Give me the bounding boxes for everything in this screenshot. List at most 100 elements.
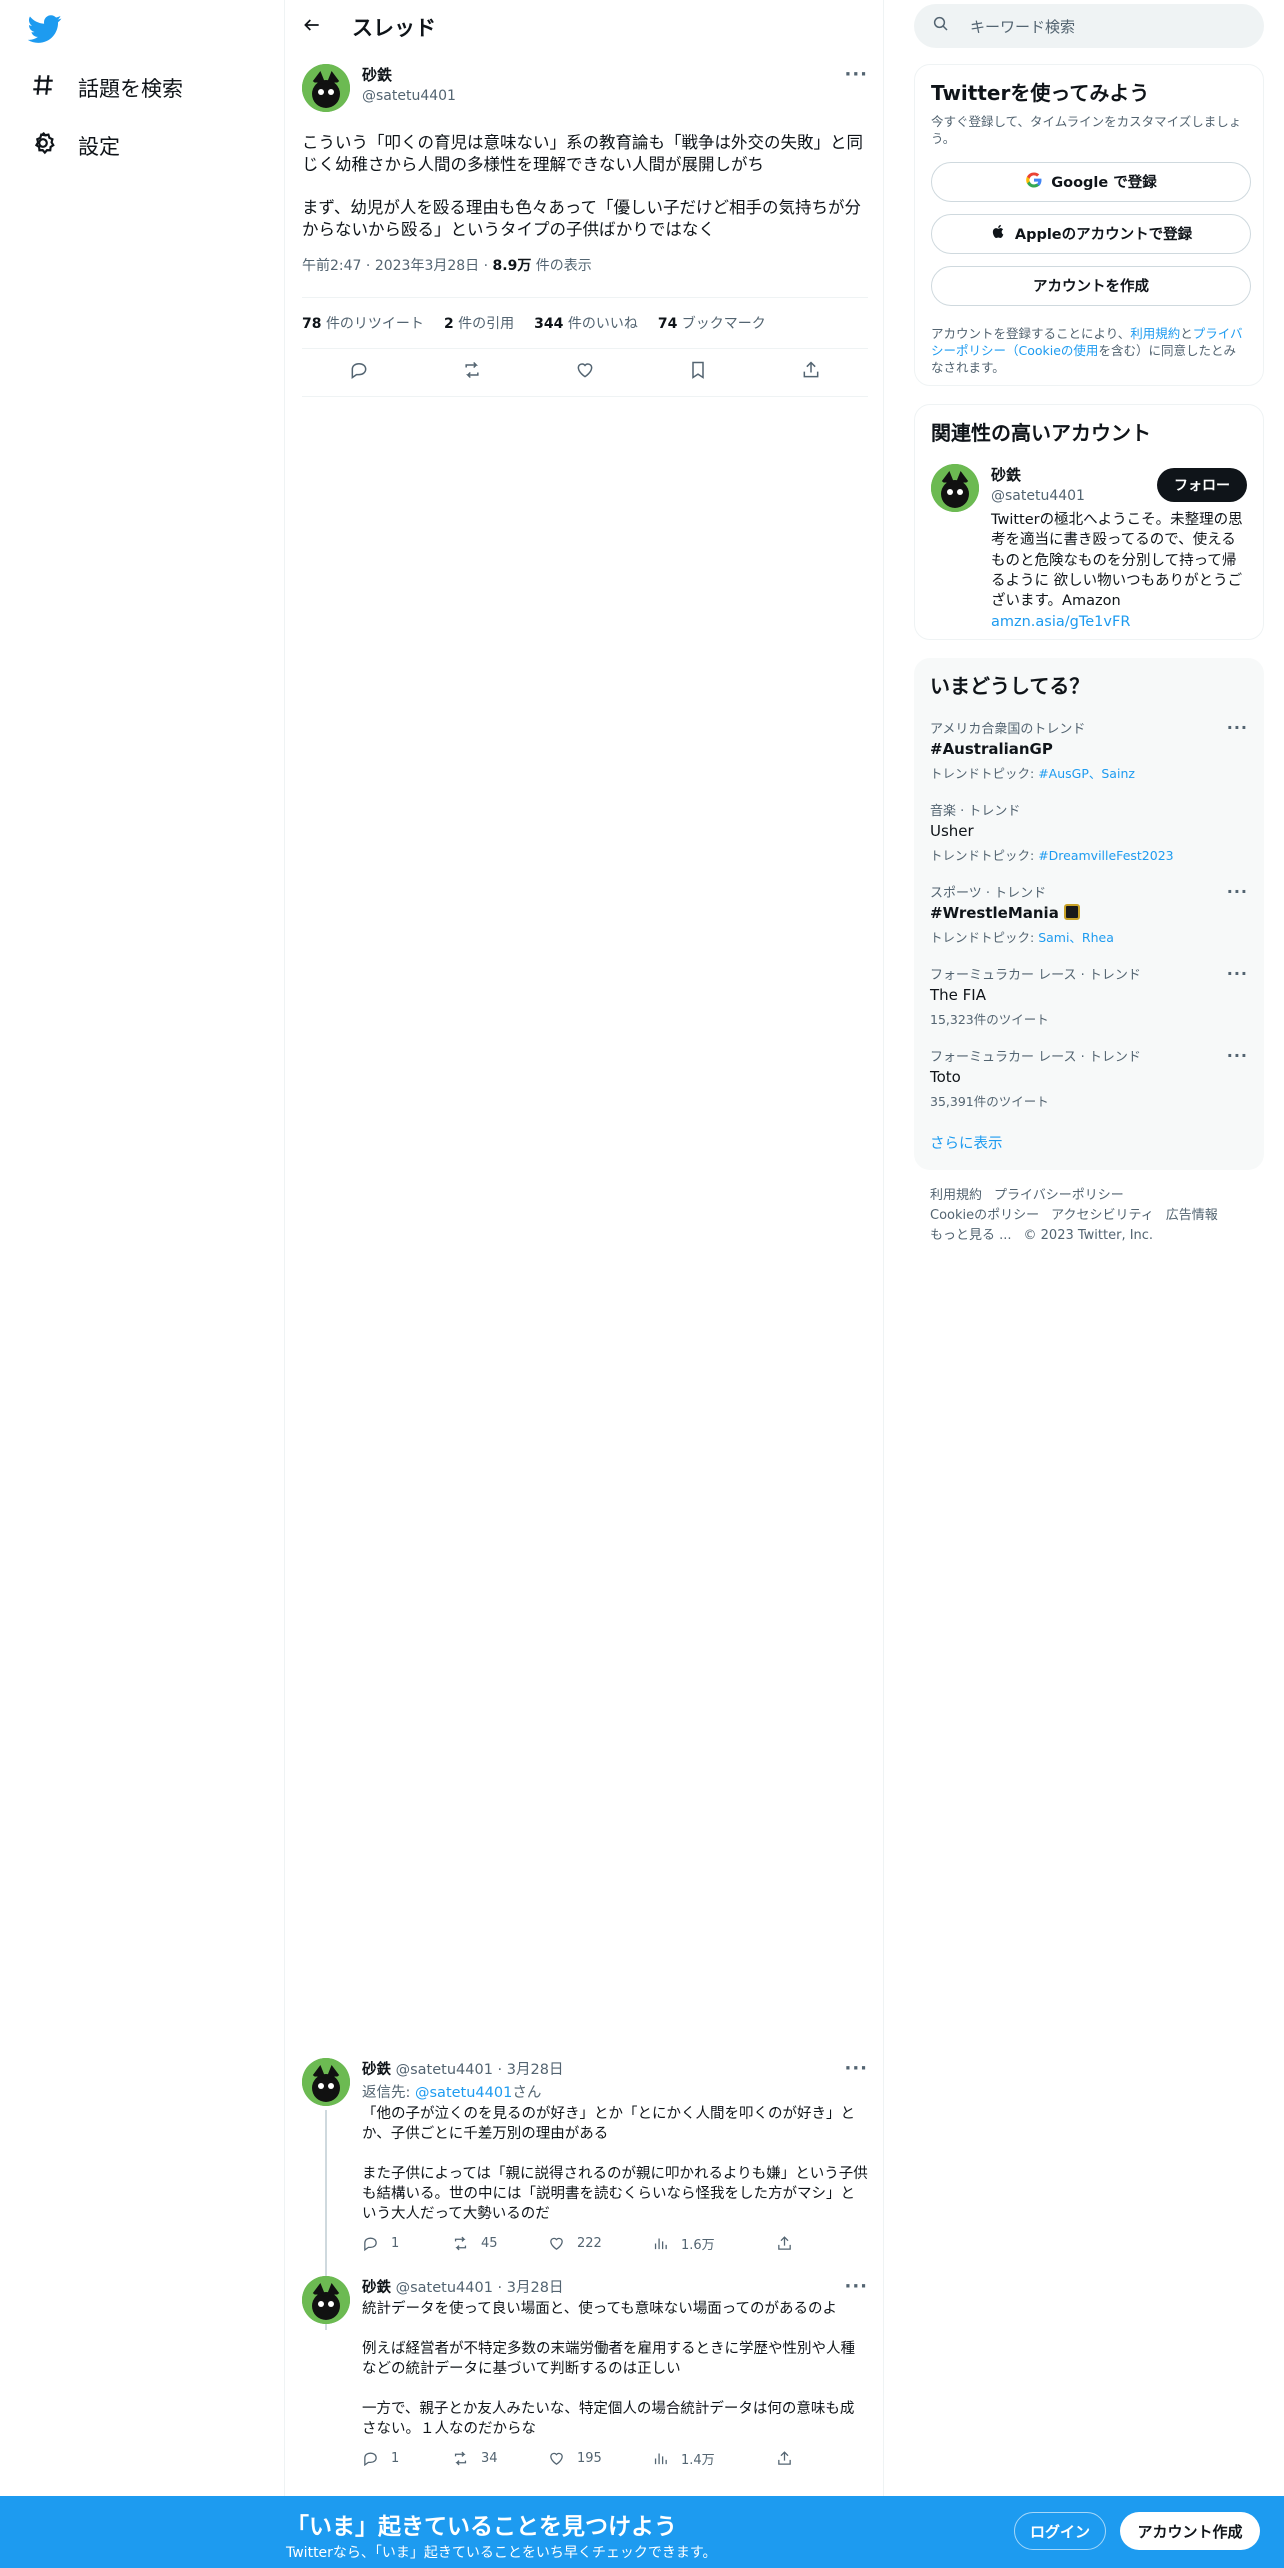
footer-links: 利用規約 プライバシーポリシー Cookieのポリシー アクセシビリティ 広告情報 も… [930,1186,1250,1246]
reply-header: 砂鉄 @satetu4401 · 3月28日 [362,2062,564,2078]
show-more-link[interactable]: さらに表示 [930,1132,1003,1153]
terms-link[interactable]: 利用規約 [1130,326,1180,341]
reply-icon[interactable] [349,360,369,384]
share-icon[interactable] [776,2450,793,2467]
quote-stat[interactable]: 2 件の引用 [444,313,514,333]
share-icon[interactable] [801,360,821,384]
reply-text: 「他の子が泣くのを見るのが好き」とか「とにかく人間を叩くのが好き」とか、子供ごと… [362,2106,868,2222]
tweet-date[interactable]: 2023年3月28日 [375,258,479,274]
avatar[interactable] [302,64,350,112]
reply-count[interactable]: 1 [362,2450,452,2467]
like-icon[interactable] [575,360,595,384]
trends-title: いまどうしてる？ [930,674,1090,698]
login-button[interactable]: ログイン [1014,2512,1106,2550]
footer-accessibility[interactable]: アクセシビリティ [1051,1208,1154,1223]
more-options-icon[interactable]: ··· [844,2058,868,2079]
back-arrow-icon[interactable] [302,15,322,39]
trend-item[interactable]: スポーツ · トレンド #WrestleMania トレンドトピック: Sami… [930,882,1248,946]
signup-button[interactable]: アカウント作成 [1120,2512,1260,2550]
reply-to-link[interactable]: @satetu4401 [415,2085,512,2101]
google-icon [1025,171,1043,193]
main-tweet: 砂鉄 @satetu4401 ··· こういう「叩くの育児は意味ない」系の教育論… [302,64,868,397]
banner-subtitle: Twitterなら、「いま」起きていることをいち早くチェックできます。 [286,2545,717,2561]
like-stat[interactable]: 344 件のいいね [534,313,638,333]
signup-subtitle: 今すぐ登録して、タイムラインをカスタマイズしましょう。 [931,114,1242,146]
reply-tweet[interactable]: 砂鉄 @satetu4401 · 3月28日 ··· 返信先: @satetu4… [302,2058,868,2330]
more-options-icon[interactable]: ··· [1227,718,1248,737]
reply-author-name[interactable]: 砂鉄 [362,2280,391,2296]
author-name[interactable]: 砂鉄 [362,64,456,85]
reply-author-handle[interactable]: @satetu4401 [396,2280,493,2296]
reply-text: 統計データを使って良い場面と、使っても意味ない場面ってのがあるのよ 例えば経営者… [362,2301,855,2437]
nav-settings-label: 設定 [78,134,120,159]
footer-terms[interactable]: 利用規約 [930,1188,982,1203]
apple-signup-button[interactable]: Appleのアカウントで登録 [931,213,1251,254]
views-count[interactable]: 1.4万 [652,2449,776,2468]
nav-explore[interactable]: 話題を検索 [30,72,183,103]
reply-author-handle[interactable]: @satetu4401 [396,2062,493,2078]
reply-actions: 1 45 222 1.6万 [362,2234,868,2253]
footer-more[interactable]: もっと見る ... [930,1228,1012,1243]
retweet-count[interactable]: 34 [452,2450,548,2467]
search-icon [932,15,950,37]
retweet-icon[interactable] [462,360,482,384]
footer-cookie[interactable]: Cookieのポリシー [930,1208,1039,1223]
signup-legal: アカウントを登録することにより、利用規約とプライバシーポリシー（Cookieの使… [931,325,1243,375]
reply-header: 砂鉄 @satetu4401 · 3月28日 [362,2280,564,2296]
banner-title: 「いま」起きていることを見つけよう [286,2514,677,2540]
more-options-icon[interactable]: ··· [1227,882,1248,901]
reply-count[interactable]: 1 [362,2235,452,2252]
search-input[interactable]: キーワード検索 [914,4,1264,48]
like-count[interactable]: 195 [548,2450,652,2467]
reply-date[interactable]: 3月28日 [507,2280,564,2296]
more-options-icon[interactable]: ··· [844,64,868,85]
footer-ads[interactable]: 広告情報 [1166,1208,1218,1223]
signup-card: Twitterを使ってみよう 今すぐ登録して、タイムラインをカスタマイズしましょ… [914,64,1264,386]
create-account-button[interactable]: アカウントを作成 [931,265,1251,306]
footer-privacy[interactable]: プライバシーポリシー [994,1188,1124,1203]
more-options-icon[interactable]: ··· [1227,964,1248,983]
views-count[interactable]: 1.6万 [652,2234,776,2253]
trend-item[interactable]: 音楽 · トレンド Usher トレンドトピック: #DreamvilleFes… [930,800,1248,864]
nav-settings[interactable]: 設定 [30,130,120,161]
signup-banner: 「いま」起きていることを見つけよう Twitterなら、「いま」起きていることを… [0,2496,1284,2568]
search-placeholder: キーワード検索 [970,17,1076,36]
twitter-logo-icon[interactable] [27,12,62,46]
relevant-link[interactable]: amzn.asia/gTe1vFR [991,614,1130,630]
more-options-icon[interactable]: ··· [844,2276,868,2297]
avatar[interactable] [302,2276,350,2324]
author-handle[interactable]: @satetu4401 [362,88,456,104]
bookmark-icon[interactable] [688,360,708,384]
follow-button[interactable]: フォロー [1157,468,1247,502]
reply-tweet[interactable]: 砂鉄 @satetu4401 · 3月28日 ··· 統計データを使って良い場面… [302,2276,868,2468]
apple-icon [990,223,1007,244]
trend-item[interactable]: フォーミュラカー レース · トレンド Toto 35,391件のツイート ··… [930,1046,1248,1110]
page-title: スレッド [352,15,436,40]
gear-icon [30,130,56,161]
retweet-stat[interactable]: 78 件のリツイート [302,313,424,333]
reply-author-name[interactable]: 砂鉄 [362,2062,391,2078]
tweet-actions [302,349,868,397]
reply-to: 返信先: @satetu4401さん [362,2085,542,2101]
nav-explore-label: 話題を検索 [78,76,183,101]
tweet-time[interactable]: 午前2:47 [302,258,361,274]
relevant-bio: Twitterの極北へようこそ。未整理の思考を適当に書き殴ってるので、使えるもの… [991,512,1243,610]
reply-date[interactable]: 3月28日 [507,2062,564,2078]
views-count: 8.9万 [492,257,532,274]
bookmark-stat[interactable]: 74 ブックマーク [658,313,766,333]
trend-item[interactable]: フォーミュラカー レース · トレンド The FIA 15,323件のツイート… [930,964,1248,1028]
thread-header: スレッド [286,0,883,53]
avatar[interactable] [931,464,979,512]
trend-item[interactable]: アメリカ合衆国のトレンド #AustralianGP トレンドトピック: #Au… [930,718,1248,782]
avatar[interactable] [302,2058,350,2106]
tweet-meta: 午前2:47 · 2023年3月28日 · 8.9万 件の表示 [302,257,592,274]
more-options-icon[interactable]: ··· [1227,1046,1248,1065]
relevant-accounts-card: 関連性の高いアカウント 砂鉄 @satetu4401 フォロー Twitterの… [914,404,1264,640]
reply-actions: 1 34 195 1.4万 [362,2449,868,2468]
tweet-text: こういう「叩くの育児は意味ない」系の教育論も「戦争は外交の失敗」と同じく幼稚さか… [302,133,863,240]
share-icon[interactable] [776,2235,793,2252]
like-count[interactable]: 222 [548,2235,652,2252]
retweet-count[interactable]: 45 [452,2235,548,2252]
signup-title: Twitterを使ってみよう [931,81,1150,105]
google-signup-button[interactable]: Google で登録 [931,161,1251,202]
